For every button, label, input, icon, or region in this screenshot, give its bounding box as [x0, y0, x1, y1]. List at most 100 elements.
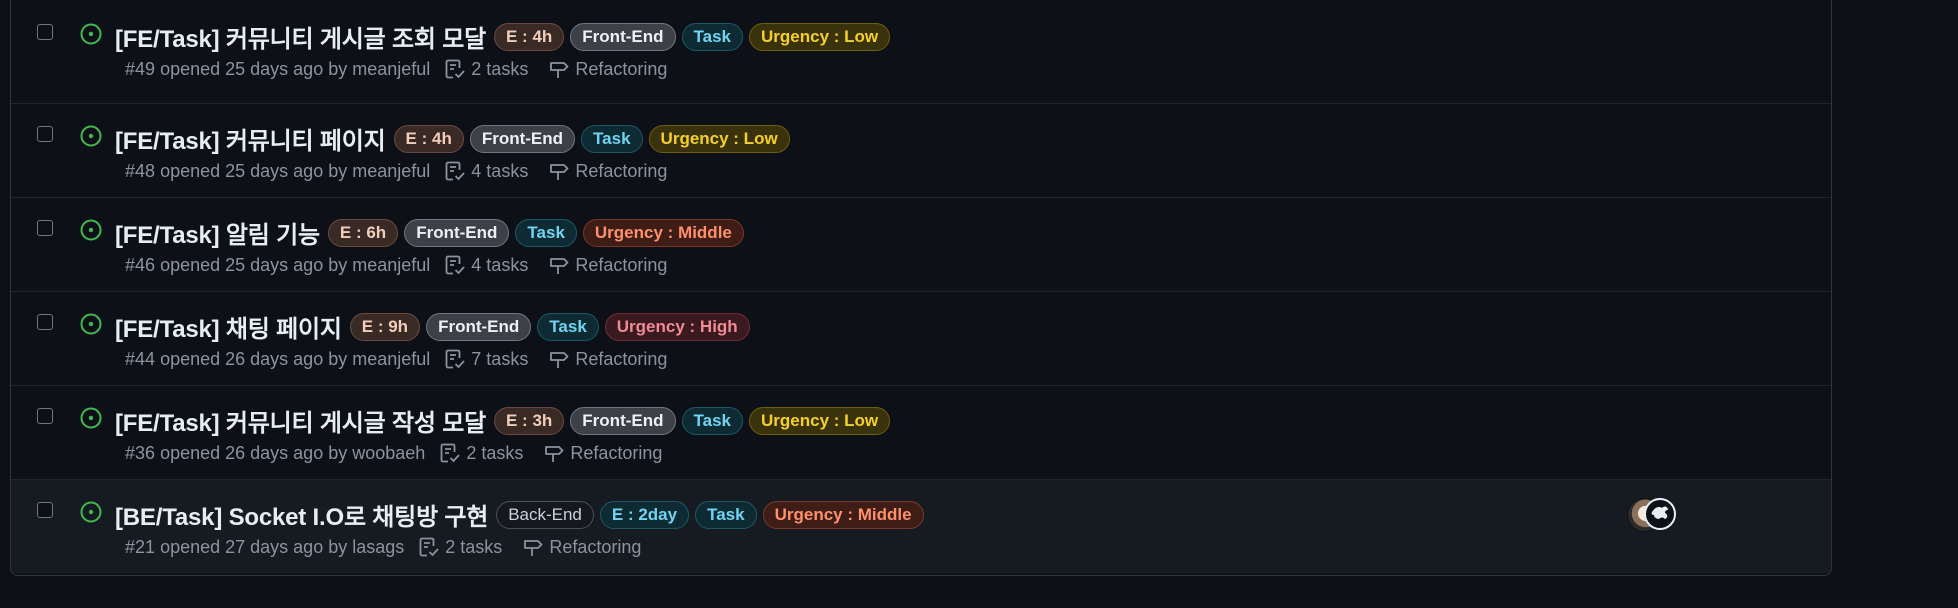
tasks-count: 4 tasks: [471, 160, 529, 181]
issue-title-link[interactable]: [FE/Task] 채팅 페이지: [115, 309, 342, 344]
issue-title-link[interactable]: [FE/Task] 커뮤니티 페이지: [115, 121, 386, 156]
issue-row[interactable]: [FE/Task] 커뮤니티 게시글 작성 모달 E : 3h Front-En…: [11, 385, 1831, 479]
label-front-end[interactable]: Front-End: [404, 218, 510, 247]
milestone-name: Refactoring: [575, 160, 668, 181]
issue-open-icon: [80, 313, 102, 335]
label-task[interactable]: Task: [695, 500, 757, 529]
issue-checkbox[interactable]: [37, 24, 53, 40]
tasks-progress[interactable]: 7 tasks: [444, 348, 528, 370]
label-urgency[interactable]: Urgency : High: [604, 312, 750, 341]
milestone-name: Refactoring: [575, 254, 668, 275]
issue-row[interactable]: [FE/Task] 알림 기능 E : 6h Front-End Task Ur…: [11, 197, 1831, 291]
issue-title-link[interactable]: [FE/Task] 커뮤니티 게시글 작성 모달: [115, 403, 486, 438]
issue-row[interactable]: [FE/Task] 채팅 페이지 E : 9h Front-End Task U…: [11, 291, 1831, 385]
label-urgency[interactable]: Urgency : Middle: [762, 500, 924, 529]
issue-open-icon: [80, 23, 102, 45]
label-estimate[interactable]: E : 6h: [327, 218, 399, 247]
avatar[interactable]: [1644, 498, 1676, 530]
label-urgency[interactable]: Urgency : Low: [749, 406, 891, 435]
issue-author-link[interactable]: meanjeful: [352, 349, 430, 370]
label-task[interactable]: Task: [515, 218, 577, 247]
issue-title-link[interactable]: [FE/Task] 알림 기능: [115, 215, 320, 250]
checklist-icon: [445, 161, 465, 181]
label-task[interactable]: Task: [581, 124, 643, 153]
milestone-link[interactable]: Refactoring: [548, 254, 667, 276]
issue-list: [FE/Task] 커뮤니티 게시글 조회 모달 E : 4h Front-En…: [10, 0, 1832, 576]
issue-checkbox[interactable]: [37, 408, 53, 424]
label-task[interactable]: Task: [681, 406, 743, 435]
issue-row[interactable]: [FE/Task] 커뮤니티 게시글 조회 모달 E : 4h Front-En…: [11, 0, 1831, 103]
issue-author-link[interactable]: meanjeful: [352, 59, 430, 80]
milestone-link[interactable]: Refactoring: [543, 442, 662, 464]
issue-open-icon: [80, 407, 102, 429]
issue-checkbox[interactable]: [37, 502, 53, 518]
label-estimate[interactable]: E : 9h: [349, 312, 421, 341]
issue-checkbox[interactable]: [37, 314, 53, 330]
issue-title-link[interactable]: [BE/Task] Socket I.O로 채팅방 구현: [115, 497, 488, 532]
issue-author-link[interactable]: woobaeh: [352, 443, 425, 464]
milestone-name: Refactoring: [570, 442, 663, 463]
tasks-progress[interactable]: 2 tasks: [444, 58, 528, 80]
tasks-count: 2 tasks: [471, 58, 529, 79]
milestone-link[interactable]: Refactoring: [548, 348, 667, 370]
issue-opened-text: opened 26 days ago by: [160, 348, 348, 369]
tasks-count: 2 tasks: [466, 442, 524, 463]
milestone-icon: [550, 258, 569, 274]
issue-open-icon: [80, 501, 102, 523]
label-estimate[interactable]: E : 2day: [599, 500, 690, 529]
milestone-link[interactable]: Refactoring: [548, 58, 667, 80]
issue-checkbox[interactable]: [37, 220, 53, 236]
issue-number: #49: [125, 58, 156, 79]
label-task[interactable]: Task: [537, 312, 599, 341]
label-estimate[interactable]: E : 4h: [393, 124, 464, 153]
checklist-icon: [445, 255, 465, 275]
issue-author-link[interactable]: lasags: [352, 537, 404, 558]
label-estimate[interactable]: E : 4h: [494, 22, 565, 51]
tasks-count: 7 tasks: [471, 348, 529, 369]
milestone-name: Refactoring: [549, 536, 642, 557]
tasks-count: 4 tasks: [471, 254, 529, 275]
label-task[interactable]: Task: [681, 22, 743, 51]
milestone-icon: [550, 164, 569, 180]
milestone-icon: [550, 352, 569, 368]
milestone-name: Refactoring: [575, 348, 668, 369]
issue-number: #21: [125, 536, 156, 557]
milestone-link[interactable]: Refactoring: [522, 536, 641, 558]
checklist-icon: [440, 443, 460, 463]
label-urgency[interactable]: Urgency : Low: [648, 124, 790, 153]
tasks-progress[interactable]: 2 tasks: [439, 442, 523, 464]
issue-row[interactable]: [BE/Task] Socket I.O로 채팅방 구현 Back-End E …: [11, 479, 1831, 573]
label-urgency[interactable]: Urgency : Low: [749, 22, 891, 51]
issue-author-link[interactable]: meanjeful: [352, 255, 430, 276]
milestone-icon: [550, 62, 569, 78]
issue-number: #46: [125, 254, 156, 275]
issue-opened-text: opened 25 days ago by: [160, 254, 348, 275]
issue-title-link[interactable]: [FE/Task] 커뮤니티 게시글 조회 모달: [115, 19, 486, 54]
issue-checkbox[interactable]: [37, 126, 53, 142]
label-front-end[interactable]: Front-End: [570, 22, 676, 51]
tasks-progress[interactable]: 4 tasks: [444, 160, 528, 182]
issue-number: #48: [125, 160, 156, 181]
issue-author-link[interactable]: meanjeful: [352, 161, 430, 182]
milestone-icon: [545, 446, 564, 462]
label-front-end[interactable]: Front-End: [570, 406, 676, 435]
issue-open-icon: [80, 219, 102, 241]
label-estimate[interactable]: E : 3h: [494, 406, 565, 435]
label-front-end[interactable]: Front-End: [426, 312, 532, 341]
label-front-end[interactable]: Front-End: [469, 124, 576, 153]
tasks-progress[interactable]: 2 tasks: [418, 536, 502, 558]
checklist-icon: [445, 59, 465, 79]
issue-opened-text: opened 26 days ago by: [160, 442, 348, 463]
issue-opened-text: opened 25 days ago by: [160, 58, 348, 79]
checklist-icon: [419, 537, 439, 557]
milestone-link[interactable]: Refactoring: [548, 160, 667, 182]
issue-open-icon: [80, 125, 102, 147]
issue-row[interactable]: [FE/Task] 커뮤니티 페이지 E : 4h Front-End Task…: [11, 103, 1831, 197]
issue-number: #44: [125, 348, 156, 369]
assignees[interactable]: [1627, 498, 1679, 532]
issue-number: #36: [125, 442, 156, 463]
label-urgency[interactable]: Urgency : Middle: [582, 218, 744, 247]
milestone-icon: [524, 540, 543, 556]
tasks-progress[interactable]: 4 tasks: [444, 254, 528, 276]
label-back-end[interactable]: Back-End: [496, 500, 594, 529]
